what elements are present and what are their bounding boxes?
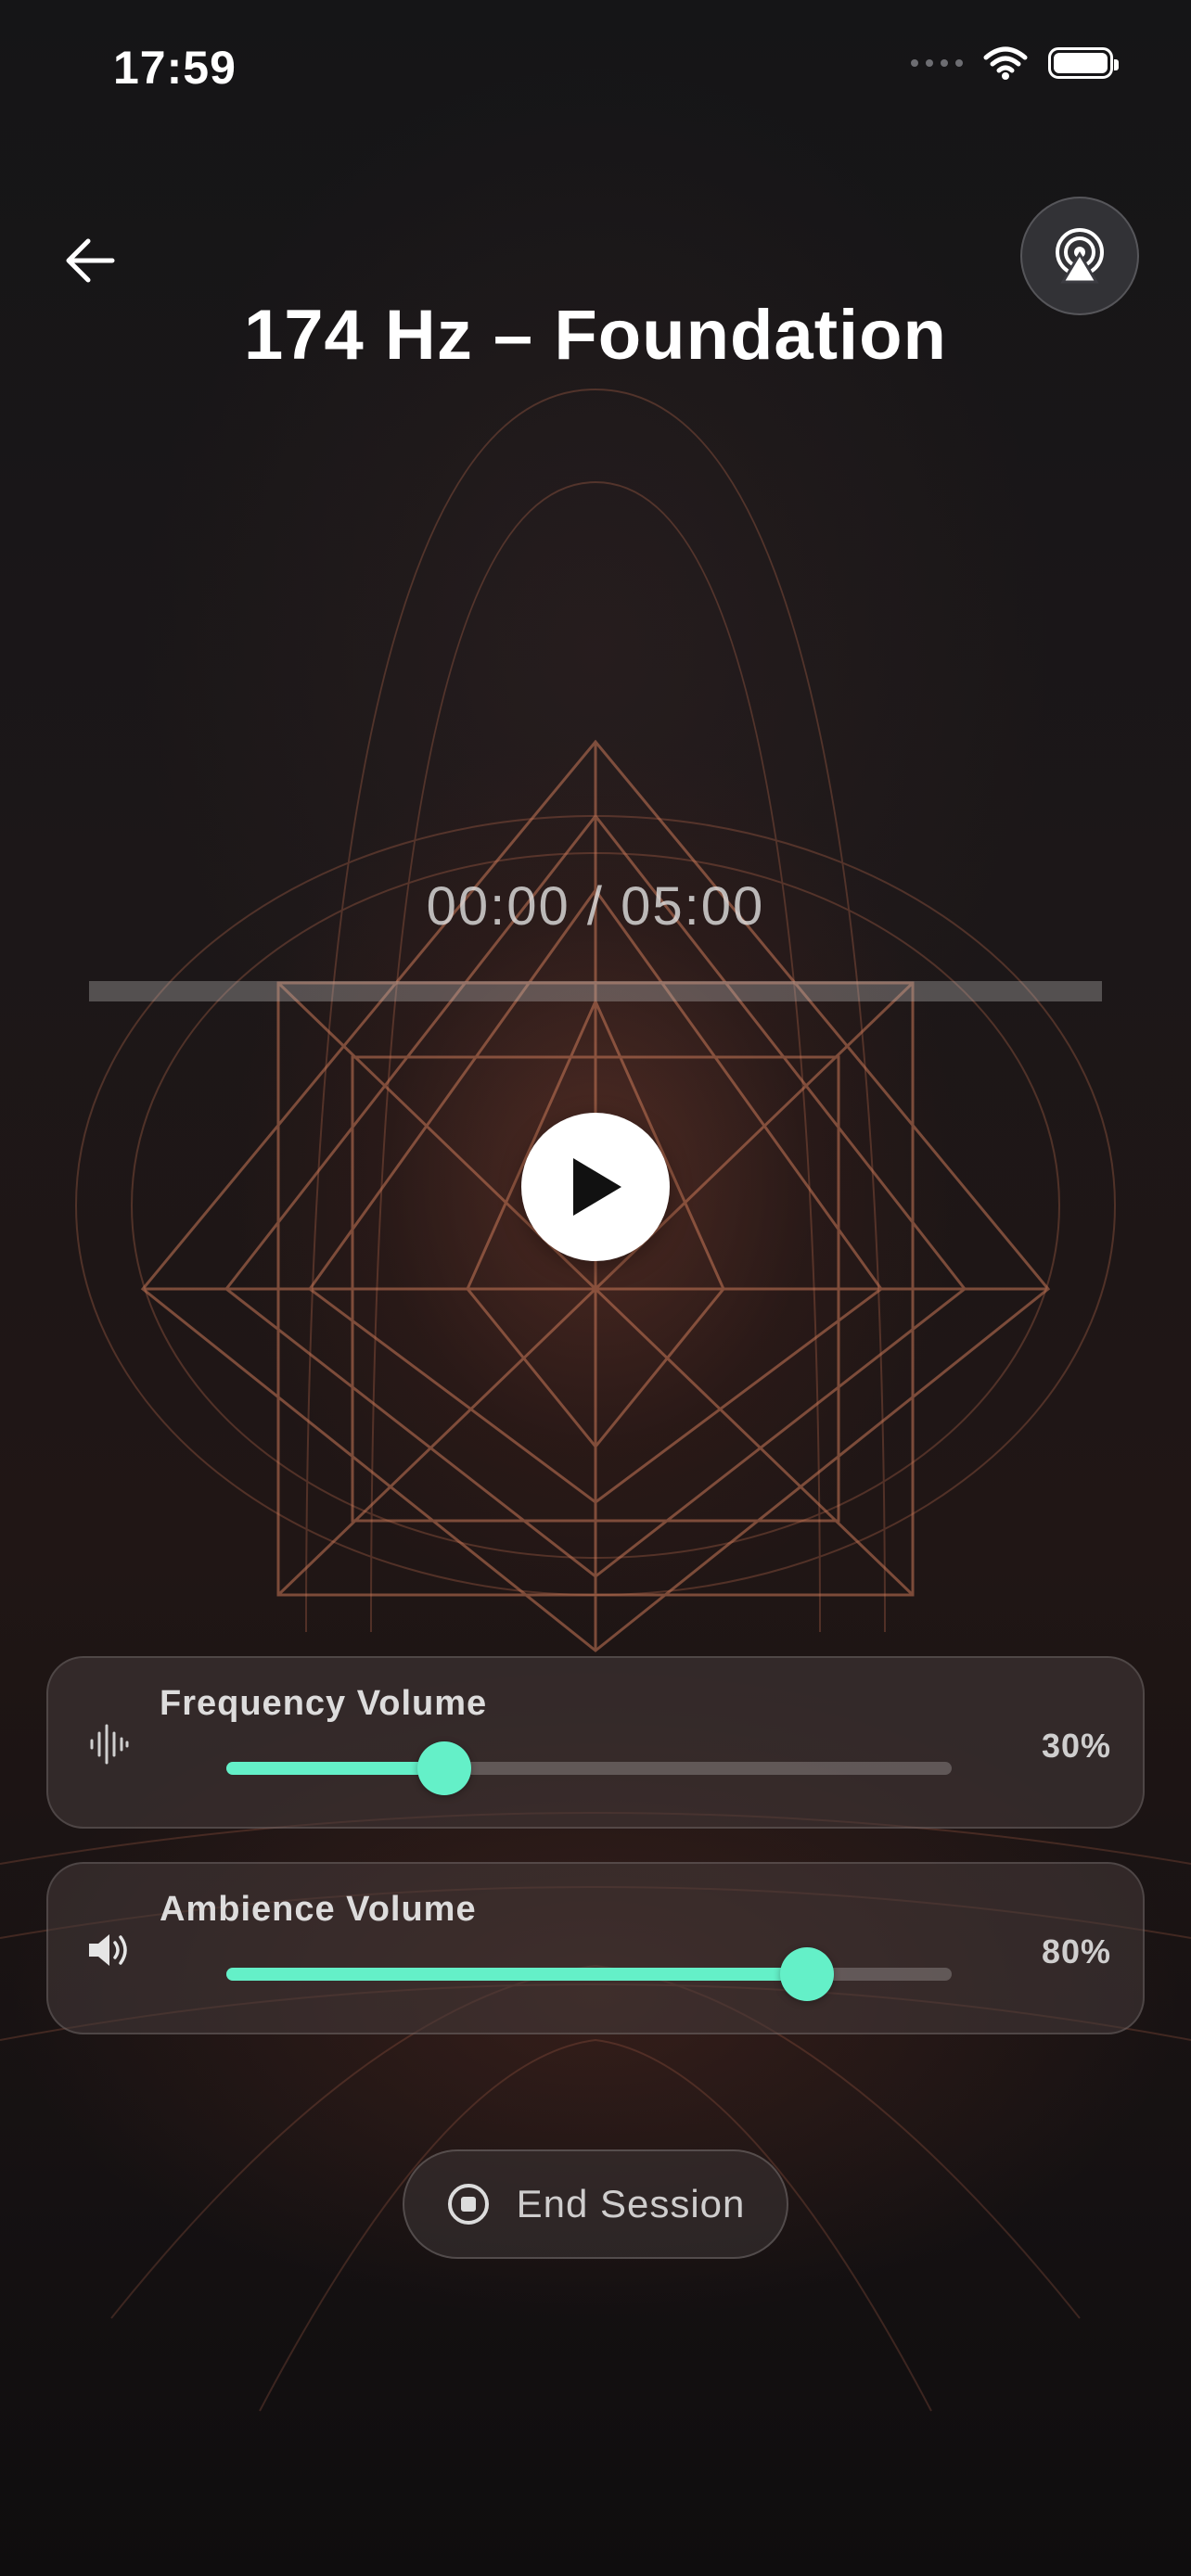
arrow-left-icon xyxy=(66,238,115,283)
airplay-icon xyxy=(1056,228,1104,284)
status-bar-time: 17:59 xyxy=(113,42,237,94)
progress-bar[interactable] xyxy=(89,981,1102,1001)
play-button[interactable] xyxy=(521,1113,670,1261)
frequency-volume-card: Frequency Volume 30% xyxy=(46,1656,1145,1829)
back-button[interactable] xyxy=(56,226,124,295)
frequency-volume-value: 30% xyxy=(1041,1727,1111,1765)
ambience-volume-fill xyxy=(226,1968,807,1981)
speaker-icon xyxy=(85,1927,132,1973)
frequency-volume-fill xyxy=(226,1762,444,1775)
frequency-volume-label: Frequency Volume xyxy=(160,1684,488,1723)
waveform-icon xyxy=(85,1721,132,1767)
battery-icon xyxy=(1048,47,1119,79)
status-bar-icons xyxy=(911,46,1119,80)
ambience-volume-label: Ambience Volume xyxy=(160,1890,477,1929)
end-session-button[interactable]: End Session xyxy=(403,2149,788,2259)
ambience-volume-card: Ambience Volume 80% xyxy=(46,1862,1145,2034)
signal-dots-icon xyxy=(911,59,963,67)
play-icon xyxy=(573,1158,621,1216)
stop-circle-icon xyxy=(447,2184,489,2225)
end-session-label: End Session xyxy=(516,2182,746,2225)
ambience-volume-value: 80% xyxy=(1041,1932,1111,1970)
time-readout: 00:00 / 05:00 xyxy=(426,876,765,937)
ambience-volume-slider[interactable] xyxy=(226,1947,952,2001)
frequency-volume-thumb[interactable] xyxy=(416,1741,471,1795)
ambience-volume-thumb[interactable] xyxy=(779,1947,834,2001)
wifi-icon xyxy=(983,46,1028,80)
frequency-volume-slider[interactable] xyxy=(226,1741,952,1795)
track-title: 174 Hz – Foundation xyxy=(244,296,947,375)
